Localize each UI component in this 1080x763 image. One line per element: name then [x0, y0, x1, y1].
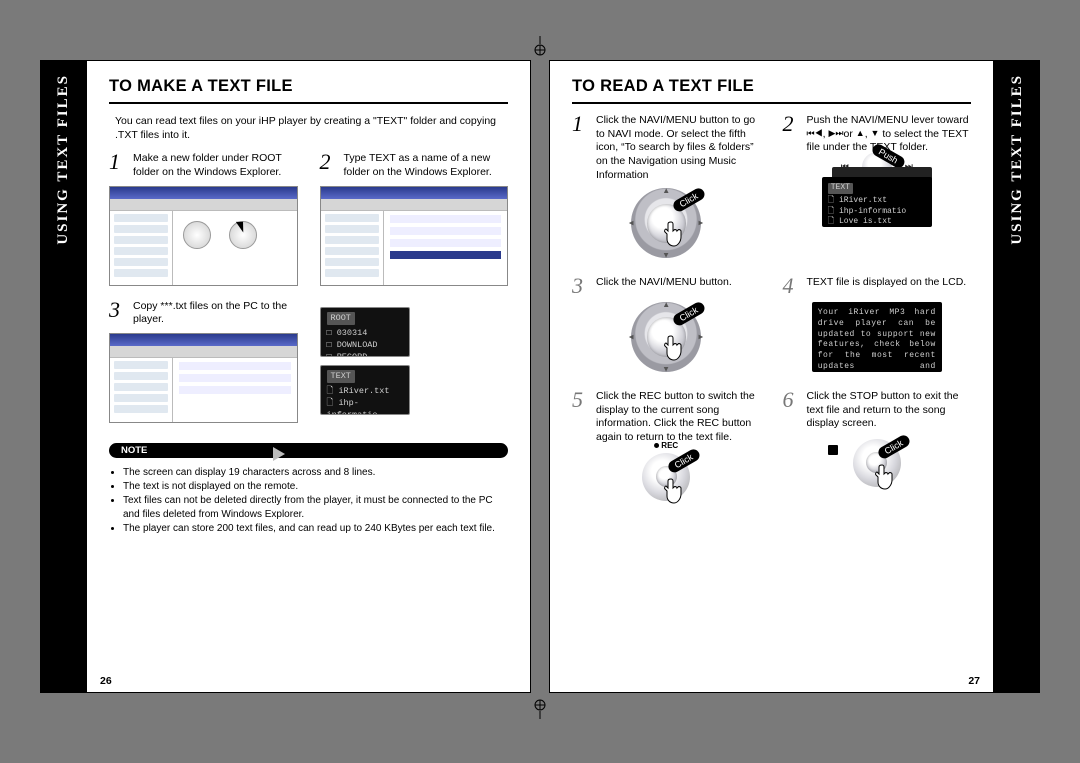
player-lcd-text: Your iRiver MP3 hard drive player can be…	[812, 302, 942, 372]
note-badge: NOTE	[109, 443, 508, 458]
prev-icon: ⏮◀	[807, 128, 823, 140]
note-item: The screen can display 19 characters acr…	[123, 466, 508, 480]
click-badge: Click	[666, 447, 701, 474]
page-right: TO READ A TEXT FILE 1Click the NAVI/MENU…	[549, 60, 1040, 693]
arrow-right-icon	[273, 447, 285, 461]
step-text: Make a new folder under ROOT folder on t…	[133, 152, 298, 179]
page-number: 26	[100, 675, 112, 687]
note-item: The player can store 200 text files, and…	[123, 522, 508, 536]
step-number: 1	[572, 114, 590, 182]
explorer-screenshot	[109, 186, 298, 286]
hand-pointer-icon	[663, 220, 687, 250]
manual-spread: USING TEXT FILES TO MAKE A TEXT FILE You…	[0, 0, 1080, 763]
side-tab-label: USING TEXT FILES	[55, 74, 72, 245]
step-number: 5	[572, 390, 590, 445]
stop-icon	[828, 445, 838, 455]
click-badge: Click	[671, 187, 706, 214]
step-text: Click the STOP button to exit the text f…	[807, 390, 972, 431]
navi-dial-icon: ▲▲▲▲ Click	[631, 302, 701, 372]
player-lcd-files: TEXT 🗋 iRiver.txt 🗋 ihp-informatio 🗋 Lov…	[822, 177, 932, 227]
page-title: TO MAKE A TEXT FILE	[109, 77, 508, 104]
click-badge: Click	[671, 300, 706, 327]
step-number: 2	[320, 152, 338, 179]
step-number: 3	[109, 300, 127, 327]
navi-dial-icon: ▲▲▲▲ Click	[631, 188, 701, 258]
step-text: Copy ***.txt files on the PC to the play…	[133, 300, 298, 327]
notes-list: The screen can display 19 characters acr…	[109, 466, 508, 536]
click-badge: Click	[876, 433, 911, 460]
explorer-screenshot	[320, 186, 509, 286]
crop-mark-bottom-icon	[530, 699, 550, 719]
hand-pointer-icon	[874, 463, 898, 493]
next-icon: ▶⏭	[828, 128, 843, 140]
step-text: Click the NAVI/MENU button.	[596, 276, 732, 296]
player-file-list: TEXT 🗋 iRiver.txt 🗋 ihp-informatio 🗋 Lov…	[320, 365, 410, 415]
page-number: 27	[968, 675, 980, 687]
step-number: 2	[783, 114, 801, 155]
up-icon: ▲	[856, 128, 865, 140]
step-text: Click the REC button to switch the displ…	[596, 390, 761, 445]
step-number: 4	[783, 276, 801, 296]
player-folder-list: ROOT □ 030314 □ DOWNLOAD □ RECORD □ TEXT	[320, 307, 410, 357]
crop-mark-top-icon	[530, 36, 550, 56]
page-title: TO READ A TEXT FILE	[572, 77, 971, 104]
step-text: Click the NAVI/MENU button to go to NAVI…	[596, 114, 761, 182]
side-tab-label: USING TEXT FILES	[1009, 74, 1026, 245]
intro-text: You can read text files on your iHP play…	[115, 114, 508, 142]
side-tab-left: USING TEXT FILES	[40, 60, 86, 693]
side-tab-right: USING TEXT FILES	[994, 60, 1040, 693]
hand-pointer-icon	[663, 477, 687, 507]
step-number: 6	[783, 390, 801, 431]
explorer-screenshot	[109, 333, 298, 423]
page-left: USING TEXT FILES TO MAKE A TEXT FILE You…	[40, 60, 531, 693]
note-item: Text files can not be deleted directly f…	[123, 494, 508, 522]
step-number: 1	[109, 152, 127, 179]
step-text: Type TEXT as a name of a new folder on t…	[344, 152, 509, 179]
hand-pointer-icon	[663, 334, 687, 364]
note-item: The text is not displayed on the remote.	[123, 480, 508, 494]
step-number: 3	[572, 276, 590, 296]
step-text: TEXT file is displayed on the LCD.	[807, 276, 967, 296]
rec-label: REC	[654, 441, 678, 450]
